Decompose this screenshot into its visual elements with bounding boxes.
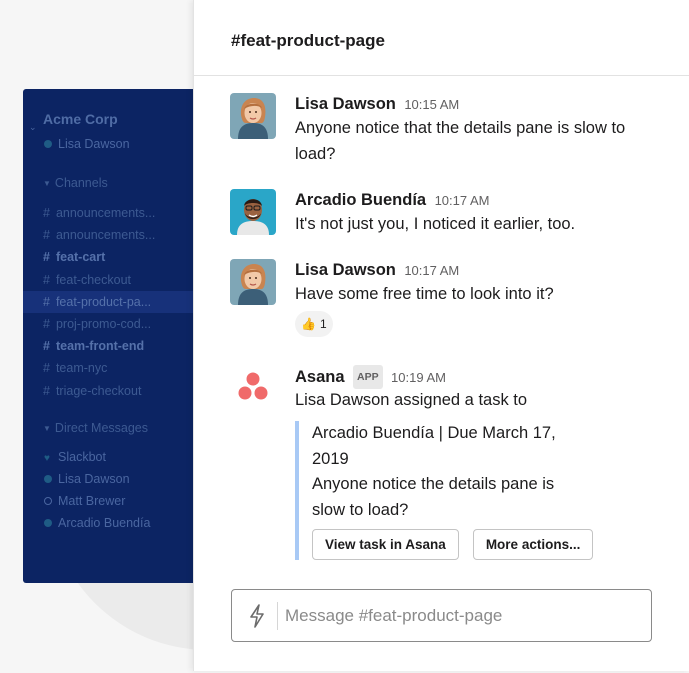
channel-label: team-front-end [55,339,145,354]
lisa-avatar[interactable] [230,259,276,305]
hash-icon: # [43,228,50,243]
presence-online-icon [44,140,52,148]
sidebar-channel-team-front-end[interactable]: # team-front-end [23,335,195,357]
thumbs-up-icon: 👍 [301,317,316,331]
composer-divider [277,602,278,630]
channel-label: announcements... [55,206,156,220]
channel-label: feat-cart [55,250,106,265]
message-header: Asana APP 10:19 AM [295,365,675,389]
task-title: Anyone notice the details pane is slow t… [312,475,555,519]
hash-icon: # [43,294,50,309]
dm-label: Arcadio Buendía [58,516,151,530]
current-user[interactable]: Lisa Dawson [44,137,130,151]
dm-label: Matt Brewer [58,494,126,508]
caret-down-icon: ▼ [43,424,51,433]
view-task-button[interactable]: View task in Asana [312,529,459,560]
app-badge: APP [352,365,383,389]
message-text: Lisa Dawson assigned a task to [295,391,528,409]
message-input[interactable] [285,602,635,630]
message-text: Have some free time to look into it? [295,285,554,303]
channel-label: triage-checkout [55,383,142,398]
message-timestamp[interactable]: 10:17 AM [435,193,490,208]
hash-icon: # [43,361,50,376]
hash-icon: # [43,339,50,354]
message-text: Anyone notice that the details pane is s… [295,119,626,163]
sidebar-dm-matt-brewer[interactable]: Matt Brewer [23,490,195,512]
sidebar-channel-proj-promo[interactable]: # proj-promo-cod... [23,313,195,335]
hash-icon: # [43,316,50,331]
lightning-bolt-icon[interactable] [248,604,266,633]
asana-logo[interactable] [230,365,276,411]
message-timestamp[interactable]: 10:17 AM [404,263,459,278]
hash-icon: # [43,272,50,287]
message-body: Lisa Dawson 10:17 AM Have some free time… [295,259,675,337]
dm-label: Lisa Dawson [58,472,130,486]
sidebar-channel-announcements-2[interactable]: # announcements... [23,224,195,246]
channel-label: feat-product-pa... [55,294,152,309]
message-body: Asana APP 10:19 AM Lisa Dawson assigned … [295,365,675,560]
sidebar-channel-triage-checkout[interactable]: # triage-checkout [23,380,195,402]
presence-away-icon [44,497,52,505]
dm-header-label: Direct Messages [54,421,149,435]
sidebar-channel-feat-product-page[interactable]: # feat-product-pa... [23,290,195,313]
message-header: Lisa Dawson 10:17 AM [295,259,675,281]
chevron-down-icon[interactable]: ⌄ [29,122,37,133]
sidebar: ⌄ Acme Corp Lisa Dawson ▼ Channels # annou… [23,89,195,583]
task-attachment: Arcadio Buendía | Due March 17, 2019 Any… [295,421,595,560]
sidebar-dm-slackbot[interactable]: ♥ Slackbot [23,446,195,468]
channel-label: team-nyc [55,361,108,376]
reaction-count: 1 [319,317,327,331]
channel-label: proj-promo-cod... [55,316,152,331]
message-author[interactable]: Lisa Dawson [295,95,396,113]
dm-section-header[interactable]: ▼ Direct Messages [43,421,148,435]
hash-icon: # [43,250,50,265]
channels-header-label: Channels [54,176,108,190]
sidebar-dm-arcadio-buendia[interactable]: Arcadio Buendía [23,512,195,534]
channel-panel: #feat-product-page Lisa Dawson 10:15 AM … [193,0,689,671]
channel-title[interactable]: feat-product-page [240,31,385,50]
caret-down-icon: ▼ [43,179,51,188]
current-user-name: Lisa Dawson [58,137,130,151]
hash-icon: # [43,383,50,398]
sidebar-channel-feat-checkout[interactable]: # feat-checkout [23,269,195,291]
more-actions-button[interactable]: More actions... [472,529,594,560]
presence-online-icon [44,475,52,483]
hash-icon: # [43,206,50,220]
message-header: Arcadio Buendía 10:17 AM [295,189,675,211]
message-author[interactable]: Asana [295,368,345,386]
sidebar-channel-announcements-1[interactable]: # announcements... [23,202,195,224]
message-composer [231,589,652,642]
heart-icon: ♥ [44,453,50,464]
message-header: Lisa Dawson 10:15 AM [295,93,675,115]
message-body: Arcadio Buendía 10:17 AM It's not just y… [295,189,675,237]
channel-label: announcements... [55,228,156,243]
message-body: Lisa Dawson 10:15 AM Anyone notice that … [295,93,675,167]
dm-label: Slackbot [58,450,106,464]
message-timestamp[interactable]: 10:19 AM [391,370,446,385]
sidebar-dm-lisa-dawson[interactable]: Lisa Dawson [23,468,195,490]
sidebar-channel-feat-cart[interactable]: # feat-cart [23,246,195,268]
channel-header: #feat-product-page [194,0,689,76]
message-text: It's not just you, I noticed it earlier,… [295,215,576,233]
dm-list: ♥ Slackbot Lisa Dawson Matt Brewer Arcadi… [23,446,195,534]
channels-section-header[interactable]: ▼ Channels [43,176,108,190]
workspace-name[interactable]: Acme Corp [43,111,118,127]
message-author[interactable]: Lisa Dawson [295,261,396,279]
lisa-avatar[interactable] [230,93,276,139]
message-author[interactable]: Arcadio Buendía [295,191,426,209]
arcadio-avatar[interactable] [230,189,276,235]
task-assignee-due: Arcadio Buendía | Due March 17, 2019 [312,424,556,468]
sidebar-channel-team-nyc[interactable]: # team-nyc [23,357,195,379]
channel-list: # announcements... # announcements... # fea… [23,202,195,402]
channel-label: feat-checkout [55,272,131,287]
message-timestamp[interactable]: 10:15 AM [404,97,459,112]
reaction-thumbs-up[interactable]: 👍 1 [295,311,333,337]
presence-online-icon [44,519,52,527]
attachment-actions: View task in Asana More actions... [312,529,595,560]
